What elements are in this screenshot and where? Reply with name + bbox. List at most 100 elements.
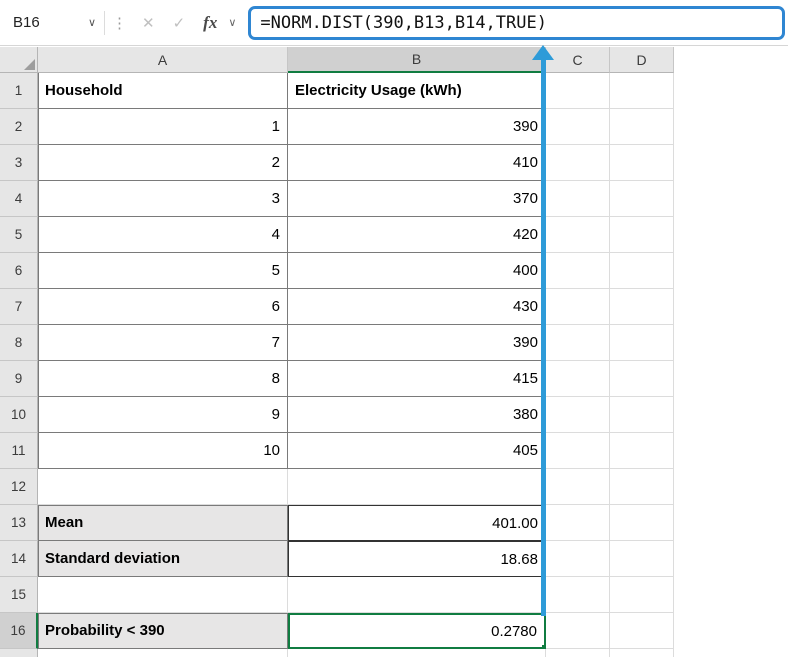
cell-A13[interactable]: Mean (38, 505, 288, 541)
row-header-4[interactable]: 4 (0, 181, 38, 217)
cell-D15[interactable] (610, 577, 674, 613)
cell-D8[interactable] (610, 325, 674, 361)
cell-B3[interactable]: 410 (288, 145, 546, 181)
cell-B7[interactable]: 430 (288, 289, 546, 325)
cell-B16-active[interactable]: 0.2780 (288, 613, 546, 649)
row-header-2[interactable]: 2 (0, 109, 38, 145)
cell-A4[interactable]: 3 (38, 181, 288, 217)
fill-handle[interactable] (541, 644, 546, 649)
cell-D2[interactable] (610, 109, 674, 145)
row-header-12[interactable]: 12 (0, 469, 38, 505)
row-header-5[interactable]: 5 (0, 217, 38, 253)
cell-B15[interactable] (288, 577, 546, 613)
cell-D7[interactable] (610, 289, 674, 325)
row-header-3[interactable]: 3 (0, 145, 38, 181)
cell-C8[interactable] (546, 325, 610, 361)
cell-C3[interactable] (546, 145, 610, 181)
cell-C15[interactable] (546, 577, 610, 613)
cell-A1[interactable]: Household (38, 73, 288, 109)
cell-C6[interactable] (546, 253, 610, 289)
cell-C7[interactable] (546, 289, 610, 325)
cell-A3[interactable]: 2 (38, 145, 288, 181)
column-header-D[interactable]: D (610, 47, 674, 73)
cell-C5[interactable] (546, 217, 610, 253)
row-header-15[interactable]: 15 (0, 577, 38, 613)
cell-B9[interactable]: 415 (288, 361, 546, 397)
row-header-16[interactable]: 16 (0, 613, 38, 649)
cell-B4[interactable]: 370 (288, 181, 546, 217)
cell-B1[interactable]: Electricity Usage (kWh) (288, 73, 546, 109)
cell-A5[interactable]: 4 (38, 217, 288, 253)
cell-C16[interactable] (546, 613, 610, 649)
cell-C12[interactable] (546, 469, 610, 505)
select-all-corner[interactable] (0, 47, 38, 73)
formula-bar-splitter-icon[interactable]: ⋮ (105, 14, 133, 32)
row-header-7[interactable]: 7 (0, 289, 38, 325)
cell-D3[interactable] (610, 145, 674, 181)
cell-B14[interactable]: 18.68 (288, 541, 546, 577)
cell-A11[interactable]: 10 (38, 433, 288, 469)
cell-B6[interactable]: 400 (288, 253, 546, 289)
cell-D14[interactable] (610, 541, 674, 577)
cell-D13[interactable] (610, 505, 674, 541)
cell-A10[interactable]: 9 (38, 397, 288, 433)
enter-icon[interactable]: ✓ (164, 14, 195, 32)
cell-C2[interactable] (546, 109, 610, 145)
cell-C13[interactable] (546, 505, 610, 541)
cell-A15[interactable] (38, 577, 288, 613)
cell-B11[interactable]: 405 (288, 433, 546, 469)
cell-B5[interactable]: 420 (288, 217, 546, 253)
row-header-10[interactable]: 10 (0, 397, 38, 433)
column-header-C[interactable]: C (546, 47, 610, 73)
cell-A12[interactable] (38, 469, 288, 505)
row-header-13[interactable]: 13 (0, 505, 38, 541)
cell-D9[interactable] (610, 361, 674, 397)
cell-C10[interactable] (546, 397, 610, 433)
cell-B12[interactable] (288, 469, 546, 505)
column-header-A[interactable]: A (38, 47, 288, 73)
cell-A16[interactable]: Probability < 390 (38, 613, 288, 649)
cell-D6[interactable] (610, 253, 674, 289)
sheet-row-17-partial (0, 649, 674, 657)
cell-A14[interactable]: Standard deviation (38, 541, 288, 577)
cell-D16[interactable] (610, 613, 674, 649)
column-header-B[interactable]: B (288, 47, 546, 73)
name-box-dropdown-icon[interactable]: ∨ (88, 16, 96, 29)
cell-B10[interactable]: 380 (288, 397, 546, 433)
cell-A9[interactable]: 8 (38, 361, 288, 397)
cell-A6[interactable]: 5 (38, 253, 288, 289)
cell-B17[interactable] (288, 649, 546, 657)
cell-B8[interactable]: 390 (288, 325, 546, 361)
cell-D12[interactable] (610, 469, 674, 505)
formula-bar-expand-icon[interactable]: ∨ (226, 16, 242, 29)
row-header-17[interactable] (0, 649, 38, 657)
cell-D4[interactable] (610, 181, 674, 217)
cell-A17[interactable] (38, 649, 288, 657)
cell-D5[interactable] (610, 217, 674, 253)
cell-B13[interactable]: 401.00 (288, 505, 546, 541)
cell-C4[interactable] (546, 181, 610, 217)
row-header-8[interactable]: 8 (0, 325, 38, 361)
row-header-11[interactable]: 11 (0, 433, 38, 469)
formula-input[interactable]: =NORM.DIST(390,B13,B14,TRUE) (248, 6, 785, 40)
row-header-6[interactable]: 6 (0, 253, 38, 289)
cancel-icon[interactable]: ✕ (133, 14, 164, 32)
cell-C17[interactable] (546, 649, 610, 657)
cell-D11[interactable] (610, 433, 674, 469)
cell-B2[interactable]: 390 (288, 109, 546, 145)
name-box[interactable]: B16 ∨ (0, 7, 104, 39)
row-header-1[interactable]: 1 (0, 73, 38, 109)
cell-D10[interactable] (610, 397, 674, 433)
cell-C1[interactable] (546, 73, 610, 109)
cell-A8[interactable]: 7 (38, 325, 288, 361)
cell-D1[interactable] (610, 73, 674, 109)
cell-C9[interactable] (546, 361, 610, 397)
cell-A2[interactable]: 1 (38, 109, 288, 145)
cell-C11[interactable] (546, 433, 610, 469)
cell-A7[interactable]: 6 (38, 289, 288, 325)
insert-function-icon[interactable]: fx (194, 13, 226, 33)
cell-D17[interactable] (610, 649, 674, 657)
row-header-14[interactable]: 14 (0, 541, 38, 577)
cell-C14[interactable] (546, 541, 610, 577)
row-header-9[interactable]: 9 (0, 361, 38, 397)
